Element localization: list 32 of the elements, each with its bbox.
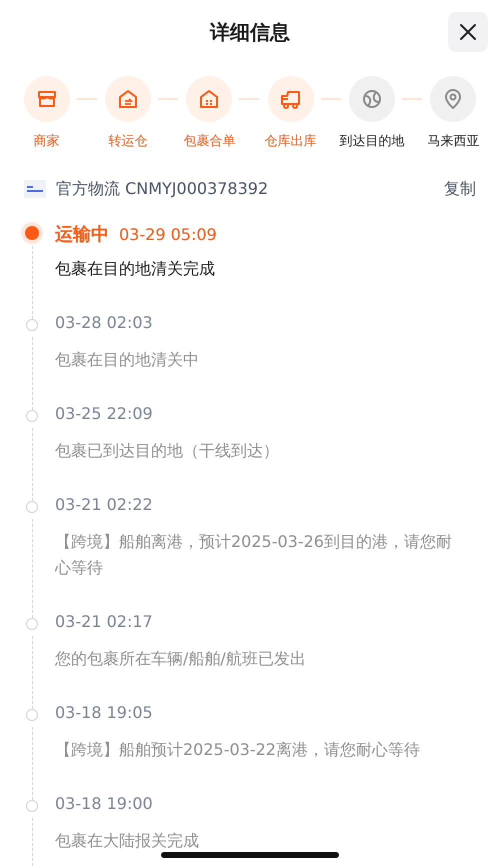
stage-label: 商家: [34, 133, 60, 150]
dialog-title: 详细信息: [210, 18, 290, 46]
stage-label: 到达目的地: [339, 133, 404, 150]
status-label: 运输中: [55, 223, 109, 246]
event-description: 包裹已到达目的地（干线到达）: [55, 440, 280, 462]
event-description: 【跨境】船舶预计2025-03-22离港，请您耐心等待: [55, 739, 421, 761]
tracking-number: 官方物流 CNMYJ000378392: [56, 178, 270, 200]
event-description: 【跨境】船舶离港，预计2025-03-26到目的港，请您耐心等待: [55, 531, 453, 579]
stage-connector: [402, 98, 422, 100]
event-time: 03-18 19:00: [55, 794, 153, 813]
stage-label: 转运仓: [108, 133, 148, 150]
event-description: 包裹在大陆报关完成: [55, 830, 200, 852]
event-time: 03-28 02:03: [55, 313, 153, 332]
close-button[interactable]: [448, 12, 488, 52]
event-time: 03-29 05:09: [119, 225, 217, 244]
stage-label: 马来西亚: [427, 133, 480, 150]
copy-button[interactable]: 复制: [444, 178, 476, 200]
event-description: 包裹在目的地清关完成: [55, 258, 216, 280]
event-time: 03-25 22:09: [55, 404, 153, 423]
stage-connector: [320, 98, 341, 100]
stage-label: 仓库出库: [264, 133, 317, 150]
stage-connector: [76, 98, 97, 100]
event-time: 03-18 19:05: [55, 703, 153, 722]
stage-label: 包裹合单: [183, 133, 236, 150]
event-description: 您的包裹所在车辆/船舶/航班已发出: [55, 648, 307, 670]
carrier-logo-icon: [24, 180, 46, 198]
stage-connector: [158, 98, 178, 100]
stage-connector: [239, 98, 260, 100]
close-icon: [459, 23, 477, 41]
event-time: 03-21 02:22: [55, 495, 153, 514]
event-time: 03-21 02:17: [55, 612, 153, 631]
event-description: 包裹在目的地清关中: [55, 349, 200, 371]
